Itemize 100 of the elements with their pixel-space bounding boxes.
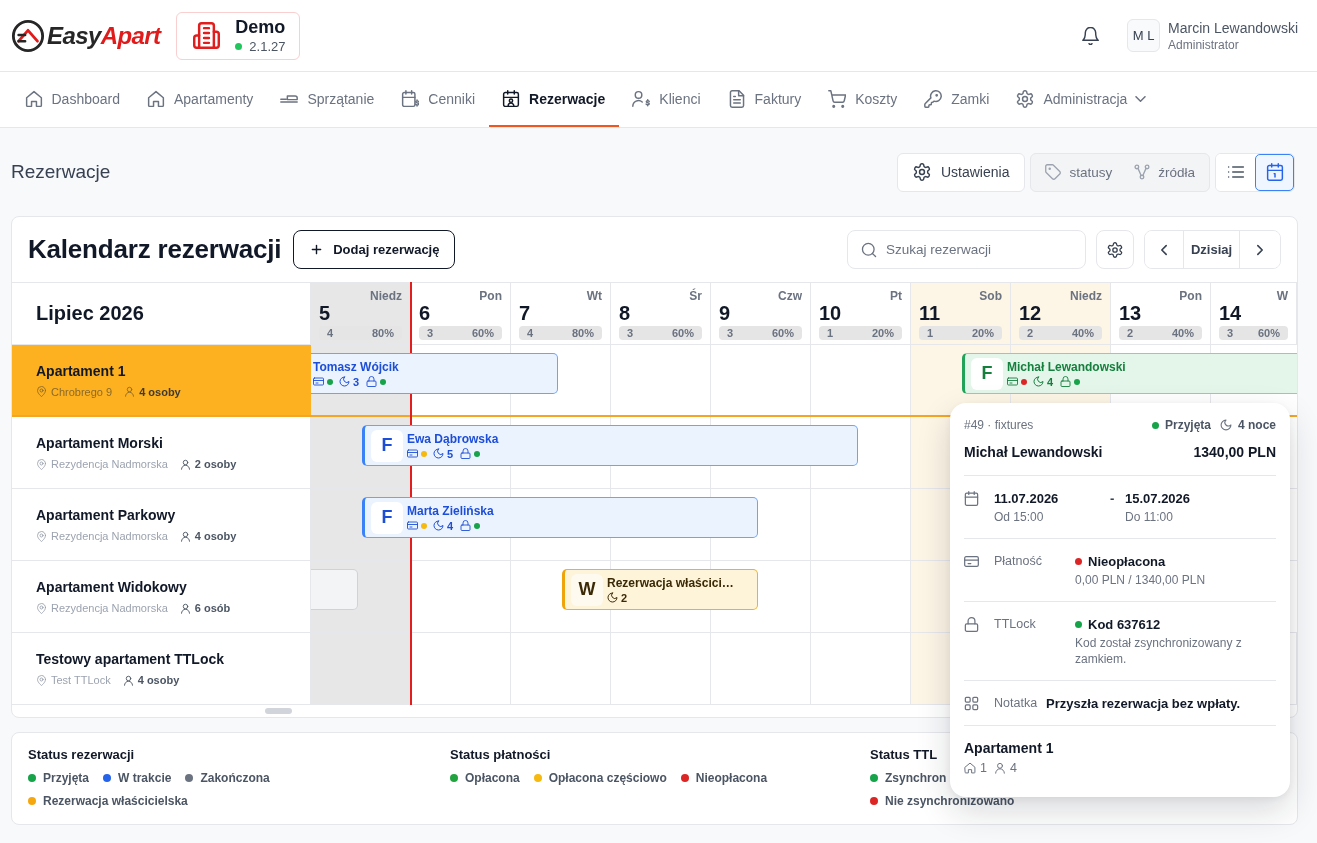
payment-status: Nieopłacona <box>1088 553 1166 570</box>
moon-icon <box>607 592 618 603</box>
workspace-switcher[interactable]: Demo 2.1.27 <box>176 11 301 60</box>
apartment-name: Apartament Morski <box>36 435 164 451</box>
lock-label: TTLock <box>994 616 1037 632</box>
home-icon <box>147 89 165 108</box>
lock-icon <box>964 617 979 632</box>
weekday-label: Pt <box>890 289 902 303</box>
legend-label: Opłacona <box>465 770 520 785</box>
guest-avatar: F <box>371 501 403 534</box>
legend-label: Nieopłacona <box>695 770 768 785</box>
user-role: Administrator <box>1168 37 1240 52</box>
nights-count: 5 <box>447 447 454 460</box>
nav-tab[interactable]: Administracja <box>1002 72 1160 127</box>
credit-card-icon <box>964 554 979 569</box>
guest-name: Marta Zielińska <box>407 503 494 518</box>
apartment-cell[interactable]: Apartament 1 Chrobrego 9 4 osoby <box>12 345 311 415</box>
booking-count: 1 <box>827 326 834 340</box>
calendar-icon <box>1265 163 1284 181</box>
user-icon <box>179 602 191 614</box>
booking-count: 3 <box>627 326 634 340</box>
location-text: Rezydencja Nadmorska <box>51 458 168 470</box>
nav-tab[interactable]: Apartamenty <box>133 72 267 127</box>
bed-icon <box>280 94 299 103</box>
location-pin-icon <box>36 458 47 470</box>
list-icon <box>1226 163 1245 181</box>
lock-message: Kod został zsynchronizowany z zamkiem. <box>1075 635 1243 667</box>
legend-title: Status rezerwacji <box>28 747 135 763</box>
guest-capacity: 4 osoby <box>139 385 181 398</box>
lock-icon <box>366 376 378 387</box>
nav-tab[interactable]: Zamki <box>910 72 1003 127</box>
settings-button[interactable]: Ustawienia <box>896 152 1026 192</box>
add-booking-button[interactable]: Dodaj rezerwację <box>293 230 456 269</box>
check-in-date: 11.07.2026 <box>994 490 1060 507</box>
credit-card-icon <box>313 376 324 387</box>
legend-label: Nie zsynchronizowano <box>885 793 1015 808</box>
location-text: Rezydencja Nadmorska <box>51 602 168 614</box>
lock-icon <box>1060 376 1072 387</box>
credit-card-icon <box>1007 376 1018 387</box>
nights-count: 2 <box>621 591 628 604</box>
location-pin-icon <box>36 386 47 397</box>
today-button[interactable]: Dzisiaj <box>1183 231 1240 268</box>
location-pin-icon <box>36 602 47 614</box>
occupancy-percent: 80% <box>371 326 394 340</box>
home-icon <box>964 762 976 774</box>
booking-bar[interactable]: F Michał Lewandowski 4 <box>962 353 1297 394</box>
legend-label: Zsynchron <box>885 770 947 785</box>
legend-title: Status płatności <box>450 747 551 763</box>
scrollbar-thumb[interactable] <box>265 708 292 714</box>
check-in-time: Od 15:00 <box>994 509 1045 525</box>
note-text: Przyszła rezerwacja bez wpłaty. <box>1046 695 1241 712</box>
search-field[interactable]: Szukaj rezerwacji <box>847 230 1086 269</box>
guest-capacity: 4 osoby <box>194 530 237 542</box>
booking-count: 3 <box>727 326 734 340</box>
cart-icon <box>828 89 847 108</box>
notification-icon[interactable] <box>1082 26 1100 45</box>
note-label: Notatka <box>994 695 1038 711</box>
day-number: 14 <box>1219 302 1242 324</box>
weekday-label: Śr <box>689 289 702 303</box>
grid-icon <box>964 696 979 711</box>
lock-icon <box>460 448 472 459</box>
payment-amount: 0,00 PLN / 1340,00 PLN <box>1075 572 1207 588</box>
calendar-view-button[interactable] <box>1255 153 1294 191</box>
booking-count: 3 <box>427 326 434 340</box>
nav-tab[interactable]: Koszty <box>814 72 911 127</box>
nav-tab[interactable]: Klienci <box>618 72 715 127</box>
credit-card-icon <box>407 520 418 531</box>
booking-bar[interactable]: F Ewa Dąbrowska 5 <box>362 425 858 466</box>
booking-count: 4 <box>327 326 334 340</box>
status-filter-button[interactable]: statusy <box>1034 153 1124 191</box>
month-label: Lipiec 2026 <box>36 302 144 325</box>
occupancy-percent: 60% <box>671 326 694 340</box>
booking-reference: #49 · fixtures <box>964 418 1034 432</box>
booking-bar[interactable]: F Marta Zielińska 4 <box>362 497 758 538</box>
booking-bar[interactable]: Tomasz Wójcik 3 <box>311 353 558 394</box>
booking-count: 3 <box>1227 326 1234 340</box>
settings-button[interactable] <box>1096 230 1134 269</box>
guest-avatar: F <box>371 429 403 462</box>
user-avatar[interactable]: M L <box>1127 19 1161 52</box>
location-pin-icon <box>36 530 47 542</box>
guest-capacity: 6 osób <box>194 602 231 614</box>
nav-tab[interactable]: Cenniki <box>387 72 489 127</box>
version-label: 2.1.27 <box>249 39 286 54</box>
moon-icon <box>1033 376 1044 387</box>
day-number: 11 <box>919 302 941 324</box>
nav-tab[interactable]: Rezerwacje <box>488 72 619 127</box>
nav-tab[interactable]: Faktury <box>714 72 815 127</box>
legend-label: Zakończona <box>200 770 270 785</box>
user-icon <box>179 530 191 542</box>
guest-name: Tomasz Wójcik <box>313 359 399 374</box>
source-filter-button[interactable]: źródła <box>1123 153 1206 191</box>
calendar-price-icon <box>401 89 420 108</box>
weekday-label: Czw <box>778 289 802 303</box>
weekday-label: Niedz <box>1070 289 1102 303</box>
tag-icon <box>1045 164 1062 180</box>
nav-tab[interactable]: Dashboard <box>11 72 134 127</box>
nav-tab[interactable]: Sprzątanie <box>266 72 388 127</box>
occupancy-percent: 60% <box>771 326 794 340</box>
occupancy-percent: 20% <box>971 326 994 340</box>
nights-label: 4 noce <box>1238 418 1276 432</box>
